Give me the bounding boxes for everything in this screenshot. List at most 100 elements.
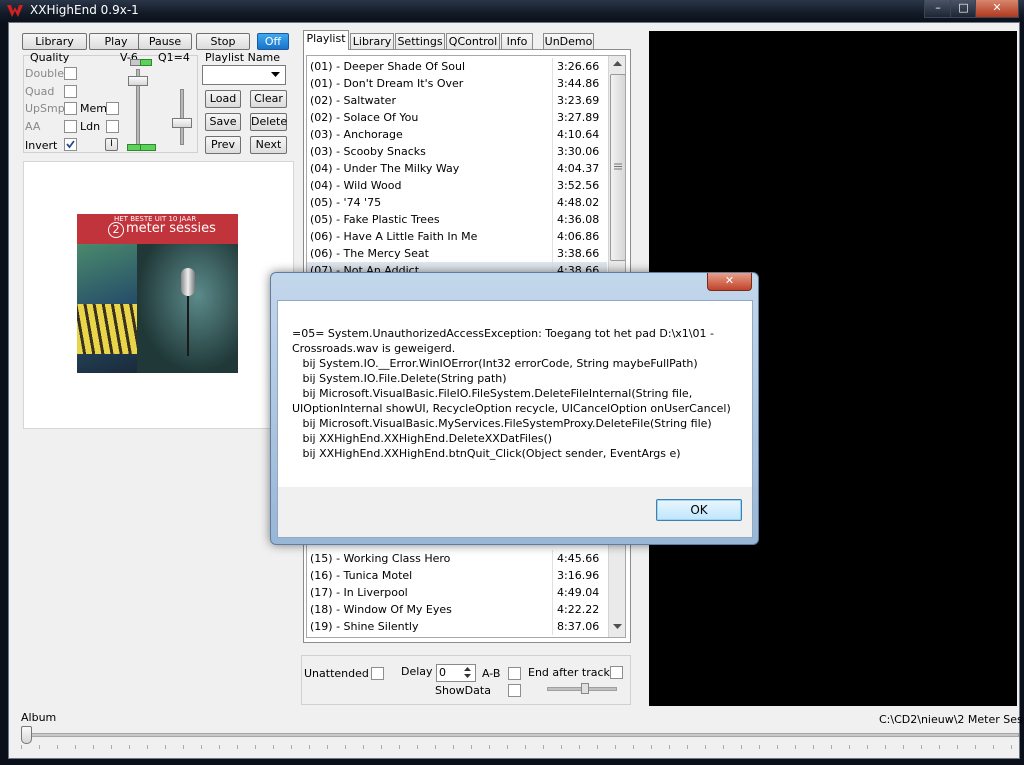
clear-button[interactable]: Clear	[250, 90, 287, 108]
q1-label: Q1=4	[158, 51, 190, 64]
track-name: (04) - Under The Milky Way	[310, 162, 460, 175]
stepper-up-icon[interactable]	[464, 667, 471, 672]
play-button[interactable]: Play	[89, 33, 143, 50]
track-name: (05) - Fake Plastic Trees	[310, 213, 440, 226]
track-name: (17) - In Liverpool	[310, 586, 408, 599]
close-icon: ✕	[724, 274, 735, 287]
aa-checkbox[interactable]	[64, 120, 77, 133]
title-bar[interactable]: XXHighEnd 0.9x-1 – □ ✕	[0, 0, 1024, 22]
cover-mic-stand	[187, 296, 189, 356]
album-cover: HET BESTE UIT 10 JAAR 2 meter sessies	[77, 214, 238, 373]
track-row[interactable]: (04) - Under The Milky Way 4:04.37	[307, 160, 599, 177]
q1-green-indicator	[140, 144, 156, 151]
scroll-down-icon[interactable]	[613, 624, 622, 630]
delete-button[interactable]: Delete	[250, 113, 287, 131]
scroll-up-icon[interactable]	[613, 61, 622, 67]
scrollbar-thumb[interactable]	[610, 74, 625, 261]
track-row[interactable]: (01) - Don't Dream It's Over 3:44.86	[307, 75, 599, 92]
off-toggle[interactable]: Off	[257, 33, 289, 50]
delay-stepper[interactable]: 0	[436, 664, 476, 682]
column-separator	[552, 211, 553, 228]
close-icon: ✕	[992, 1, 1002, 14]
showdata-checkbox[interactable]	[508, 684, 521, 697]
pause-button[interactable]: Pause	[138, 33, 192, 50]
minimize-icon: –	[935, 1, 941, 14]
maximize-button[interactable]: □	[950, 0, 977, 18]
q1-slider-thumb[interactable]	[172, 118, 192, 128]
unattended-checkbox[interactable]	[371, 667, 384, 680]
track-row[interactable]: (02) - Saltwater 3:23.69	[307, 92, 599, 109]
track-name: (02) - Saltwater	[310, 94, 396, 107]
track-name: (01) - Don't Dream It's Over	[310, 77, 464, 90]
track-row[interactable]: (16) - Tunica Motel 3:16.96	[307, 567, 599, 584]
mem-checkbox[interactable]	[106, 102, 119, 115]
v-slider-thumb[interactable]	[128, 76, 148, 86]
upsmp-checkbox[interactable]	[64, 102, 77, 115]
tab-info[interactable]: Info	[501, 33, 533, 49]
track-row[interactable]: (17) - In Liverpool 4:49.04	[307, 584, 599, 601]
playlist-name-combo[interactable]	[202, 65, 286, 85]
column-separator	[552, 194, 553, 211]
track-row[interactable]: (03) - Anchorage 4:10.64	[307, 126, 599, 143]
ok-button[interactable]: OK	[656, 499, 742, 521]
v-green-indicator	[140, 59, 152, 66]
track-row[interactable]: (19) - Shine Silently 8:37.06	[307, 618, 599, 635]
file-path: C:\CD2\nieuw\2 Meter Sessi	[879, 713, 1024, 726]
tab-library[interactable]: Library	[350, 33, 394, 49]
position-slider-thumb[interactable]	[21, 726, 32, 744]
load-button[interactable]: Load	[205, 90, 241, 108]
ldn-checkbox[interactable]	[106, 120, 119, 133]
stepper-down-icon[interactable]	[464, 674, 471, 679]
track-name: (03) - Anchorage	[310, 128, 403, 141]
tab-settings[interactable]: Settings	[395, 33, 445, 49]
track-name: (05) - '74 '75	[310, 196, 382, 209]
track-row[interactable]: (03) - Scooby Snacks 3:30.06	[307, 143, 599, 160]
track-duration: 8:37.06	[557, 620, 600, 633]
dialog-body: =05= System.UnauthorizedAccessException:…	[277, 300, 753, 489]
track-duration: 3:44.86	[557, 77, 600, 90]
track-row[interactable]: (05) - '74 '75 4:48.02	[307, 194, 599, 211]
invert-checkbox[interactable]	[64, 138, 77, 151]
dialog-close-button[interactable]: ✕	[707, 273, 752, 291]
delay-value: 0	[439, 666, 446, 679]
end-after-track-checkbox[interactable]	[610, 666, 623, 679]
position-slider-track[interactable]	[21, 733, 1019, 737]
track-row[interactable]: (01) - Deeper Shade Of Soul 3:26.66	[307, 58, 599, 75]
library-button[interactable]: Library	[22, 33, 87, 50]
column-separator	[552, 109, 553, 126]
column-separator	[552, 228, 553, 245]
quad-checkbox[interactable]	[64, 85, 77, 98]
track-duration: 3:30.06	[557, 145, 600, 158]
track-row[interactable]: (18) - Window Of My Eyes 4:22.22	[307, 601, 599, 618]
track-name: (02) - Solace Of You	[310, 111, 419, 124]
cover-number: 2	[108, 222, 124, 238]
tab-undemo[interactable]: UnDemo	[543, 33, 594, 49]
track-duration: 4:45.66	[557, 552, 600, 565]
track-duration: 4:06.86	[557, 230, 600, 243]
tab-playlist[interactable]: Playlist	[303, 30, 349, 50]
minimize-button[interactable]: –	[924, 0, 952, 18]
track-row[interactable]: (06) - Have A Little Faith In Me 4:06.86	[307, 228, 599, 245]
close-button[interactable]: ✕	[975, 0, 1019, 18]
track-duration: 3:38.66	[557, 247, 600, 260]
save-button[interactable]: Save	[205, 113, 241, 131]
track-duration: 3:27.89	[557, 111, 600, 124]
grip-icon	[614, 163, 622, 170]
stop-button[interactable]: Stop	[196, 33, 250, 50]
track-row[interactable]: (15) - Working Class Hero 4:45.66	[307, 550, 599, 567]
track-row[interactable]: (02) - Solace Of You 3:27.89	[307, 109, 599, 126]
aa-label: AA	[25, 120, 41, 133]
q1-slider-track[interactable]	[180, 89, 184, 145]
tab-qcontrol[interactable]: QControl	[446, 33, 500, 49]
cover-keys	[77, 304, 137, 354]
prev-button[interactable]: Prev	[205, 136, 241, 154]
track-row[interactable]: (04) - Wild Wood 3:52.56	[307, 177, 599, 194]
small-slider-thumb[interactable]	[581, 683, 589, 694]
next-button[interactable]: Next	[250, 136, 287, 154]
track-row[interactable]: (06) - The Mercy Seat 3:38.66	[307, 245, 599, 262]
track-name: (18) - Window Of My Eyes	[310, 603, 452, 616]
ab-checkbox[interactable]	[508, 667, 521, 680]
track-row[interactable]: (05) - Fake Plastic Trees 4:36.08	[307, 211, 599, 228]
double-checkbox[interactable]	[64, 67, 77, 80]
i-button[interactable]: I	[105, 138, 118, 151]
